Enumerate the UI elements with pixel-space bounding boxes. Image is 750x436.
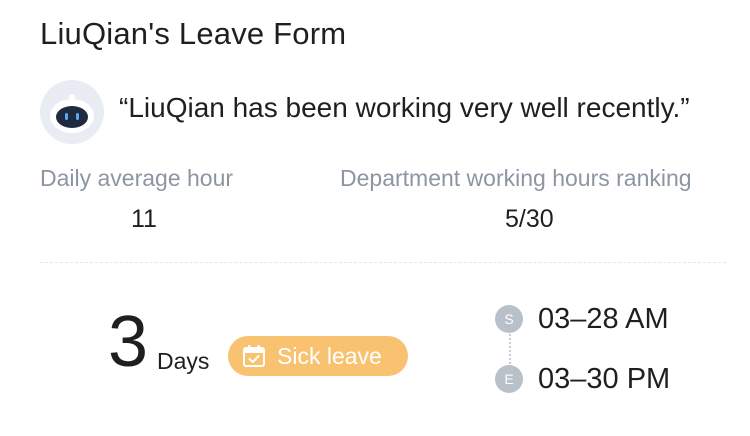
calendar-check-icon: [242, 344, 266, 373]
leave-form-card: LiuQian's Leave Form “LiuQian has been w…: [0, 0, 750, 436]
timeline-connector: [509, 334, 511, 364]
end-date-time: 03–30 PM: [538, 363, 671, 395]
section-divider: [40, 262, 726, 263]
robot-avatar-icon: [40, 80, 104, 144]
daily-average-label: Daily average hour: [40, 165, 234, 191]
daily-average-value: 11: [131, 205, 157, 233]
ranking-label: Department working hours ranking: [340, 165, 692, 191]
start-date-time: 03–28 AM: [538, 303, 669, 335]
end-marker: E: [495, 365, 523, 393]
leave-days-count: 3: [108, 302, 149, 382]
performance-quote: “LiuQian has been working very well rece…: [119, 92, 690, 123]
leave-type-badge: Sick leave: [228, 336, 408, 376]
leave-type-label: Sick leave: [277, 343, 382, 369]
start-marker: S: [495, 305, 523, 333]
page-title: LiuQian's Leave Form: [40, 16, 347, 51]
ranking-value: 5/30: [505, 205, 554, 233]
leave-days-label: Days: [157, 348, 210, 374]
